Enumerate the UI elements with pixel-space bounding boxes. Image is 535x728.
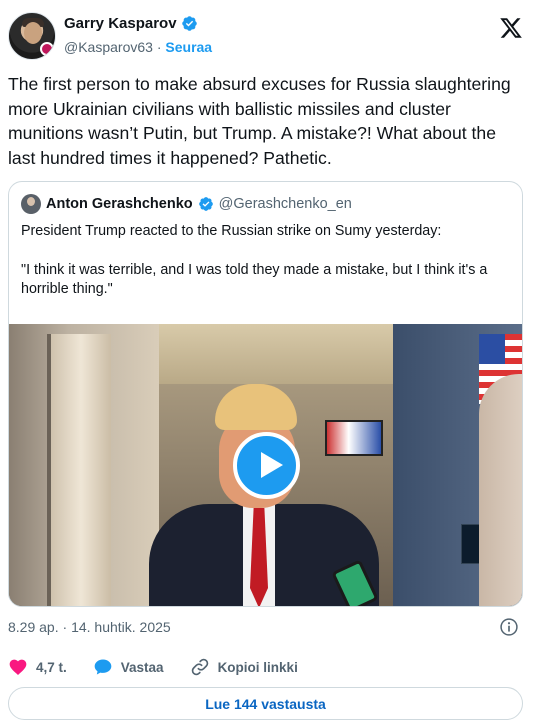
tweet-header: Garry Kasparov @Kasparov63 · Seuraa [8, 12, 527, 64]
quoted-text-line-1: President Trump reacted to the Russian s… [21, 223, 442, 239]
quoted-tweet-header: Anton Gerashchenko @Gerashchenko_en [21, 194, 352, 214]
quoted-tweet[interactable]: Anton Gerashchenko @Gerashchenko_en Pres… [8, 181, 523, 607]
author-name[interactable]: Garry Kasparov [64, 15, 177, 32]
quoted-author-avatar[interactable] [21, 194, 41, 214]
video-player[interactable] [9, 324, 522, 606]
avatar-badge-icon [40, 42, 54, 56]
copy-link-label: Kopioi linkki [217, 659, 298, 675]
author-avatar[interactable] [8, 12, 56, 60]
tweet-text: The first person to make absurd excuses … [8, 74, 511, 168]
quoted-author-handle[interactable]: @Gerashchenko_en [219, 196, 352, 212]
info-icon[interactable] [499, 617, 519, 637]
copy-link-button[interactable]: Kopioi linkki [190, 657, 298, 677]
like-count: 4,7 t. [36, 659, 67, 675]
verified-badge-icon [181, 16, 197, 31]
tweet-actions: 4,7 t. Vastaa Kopioi linkki [8, 656, 324, 678]
tweet-timestamp[interactable]: 8.29 ap. · 14. huhtik. 2025 [8, 619, 171, 635]
handle-separator: · [156, 39, 162, 55]
reply-icon [94, 659, 112, 675]
tweet-date: 14. huhtik. 2025 [71, 619, 171, 635]
timestamp-separator: · [62, 619, 68, 635]
follow-button[interactable]: Seuraa [165, 39, 212, 55]
author-handle[interactable]: @Kasparov63 [64, 39, 153, 55]
reply-button[interactable]: Vastaa [93, 657, 164, 677]
author-name-row: Garry Kasparov [64, 15, 198, 32]
quoted-text-line-2: "I think it was terrible, and I was told… [21, 261, 488, 298]
quoted-author-name[interactable]: Anton Gerashchenko [46, 196, 193, 212]
author-handle-row: @Kasparov63 · Seuraa [64, 39, 212, 55]
tweet-time: 8.29 ap. [8, 619, 59, 635]
verified-badge-icon [198, 197, 213, 211]
read-replies-button[interactable]: Lue 144 vastausta [8, 687, 523, 720]
reply-label: Vastaa [120, 659, 164, 675]
x-logo-icon[interactable] [499, 16, 523, 40]
quoted-tweet-text: President Trump reacted to the Russian s… [21, 222, 511, 300]
link-icon [191, 658, 208, 676]
play-icon[interactable] [233, 432, 300, 499]
like-button[interactable]: 4,7 t. [8, 657, 67, 677]
heart-icon [9, 659, 27, 675]
